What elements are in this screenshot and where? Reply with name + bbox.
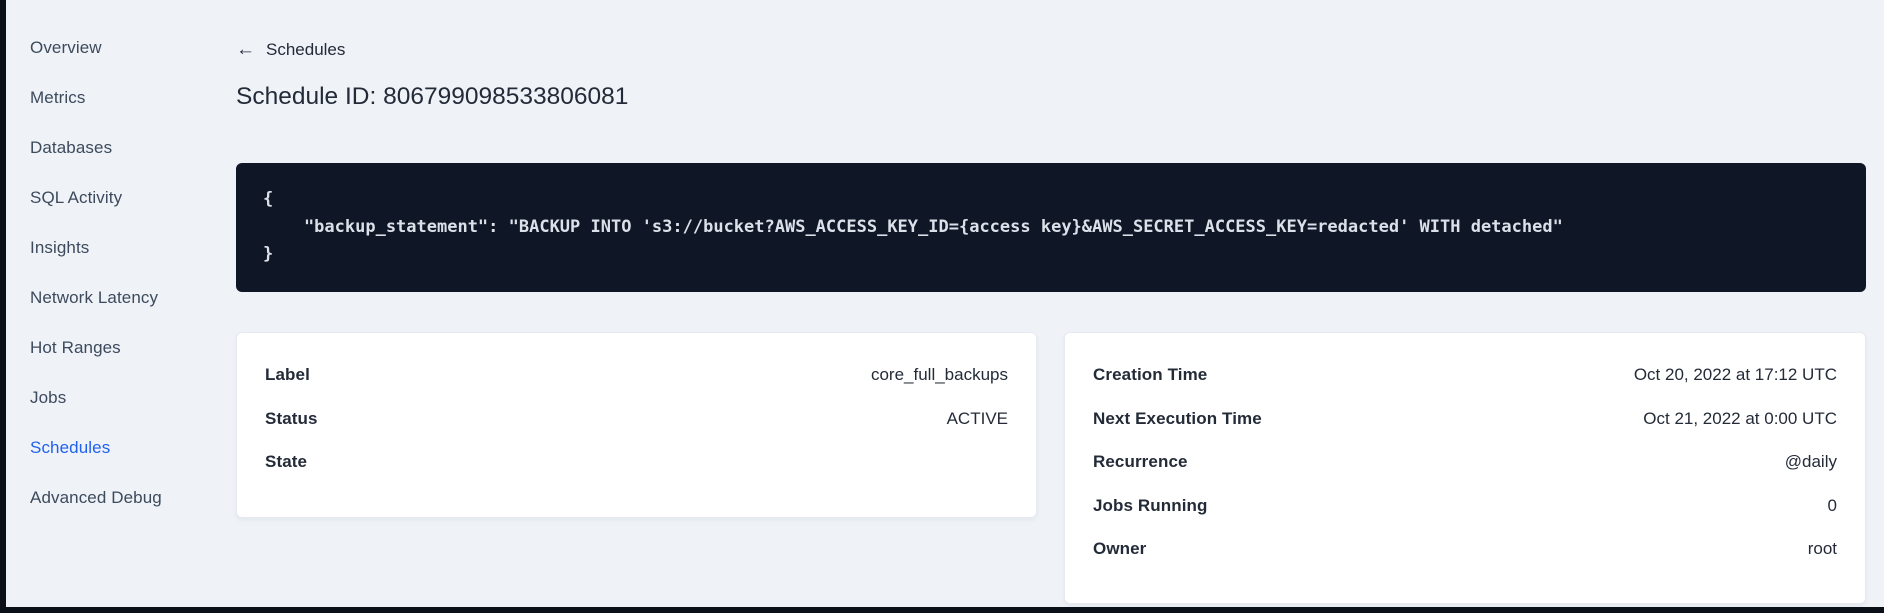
row-value: 0 <box>1827 495 1837 515</box>
summary-row-recurrence: Recurrence @daily <box>1093 441 1837 485</box>
row-value: ACTIVE <box>946 408 1008 428</box>
sidebar-item-jobs[interactable]: Jobs <box>30 373 215 423</box>
code-line: "backup_statement": "BACKUP INTO 's3://b… <box>263 216 1563 237</box>
sidebar-item-label: Advanced Debug <box>30 488 162 507</box>
schedule-definition-code: { "backup_statement": "BACKUP INTO 's3:/… <box>236 163 1866 292</box>
sidebar-item-label: Metrics <box>30 88 86 107</box>
sidebar-item-hot-ranges[interactable]: Hot Ranges <box>30 323 215 373</box>
schedule-detail-page: ← Schedules Schedule ID: 806799098533806… <box>236 0 1866 604</box>
row-label: Recurrence <box>1093 452 1188 472</box>
sidebar-item-advanced-debug[interactable]: Advanced Debug <box>30 473 215 523</box>
sidebar-item-sql-activity[interactable]: SQL Activity <box>30 173 215 223</box>
row-value: root <box>1807 539 1837 559</box>
summary-row-label: Label core_full_backups <box>265 354 1008 398</box>
sidebar-item-label: Schedules <box>30 438 111 457</box>
row-label: Status <box>265 408 318 428</box>
row-value: Oct 20, 2022 at 17:12 UTC <box>1633 365 1837 385</box>
sidebar-item-overview[interactable]: Overview <box>30 23 215 73</box>
sidebar-item-network-latency[interactable]: Network Latency <box>30 273 215 323</box>
db-console-app: Overview Metrics Databases SQL Activity Insi… <box>6 0 1884 607</box>
sidebar-item-label: Databases <box>30 138 113 157</box>
sidebar-item-label: Network Latency <box>30 288 159 307</box>
back-link[interactable]: ← Schedules <box>236 40 345 60</box>
summary-row-next-execution-time: Next Execution Time Oct 21, 2022 at 0:00 … <box>1093 397 1837 441</box>
summary-row-status: Status ACTIVE <box>265 397 1008 441</box>
row-label: State <box>265 452 308 472</box>
back-link-label: Schedules <box>266 40 346 59</box>
row-label: Next Execution Time <box>1093 408 1262 428</box>
code-line: { <box>263 189 274 209</box>
row-value: @daily <box>1784 452 1837 472</box>
code-line: } <box>263 244 274 264</box>
summary-row-owner: Owner root <box>1093 528 1837 572</box>
sidebar-item-schedules[interactable]: Schedules <box>30 423 215 473</box>
row-label: Creation Time <box>1093 365 1208 385</box>
execution-details-card: Creation Time Oct 20, 2022 at 17:12 UTC Ne… <box>1064 331 1866 604</box>
sidebar-item-label: SQL Activity <box>30 188 123 207</box>
summary-cards: Label core_full_backups Status ACTIVE State … <box>236 331 1866 604</box>
schedule-details-card: Label core_full_backups Status ACTIVE State <box>236 331 1037 518</box>
sidebar-item-label: Hot Ranges <box>30 338 121 357</box>
back-arrow-icon: ← <box>236 39 255 60</box>
row-label: Label <box>265 365 310 385</box>
row-value: Oct 21, 2022 at 0:00 UTC <box>1643 408 1837 428</box>
sidebar-item-insights[interactable]: Insights <box>30 223 215 273</box>
sidebar-item-databases[interactable]: Databases <box>30 123 215 173</box>
sidebar-item-label: Overview <box>30 38 102 57</box>
summary-row-state: State <box>265 441 1008 485</box>
sidebar-item-metrics[interactable]: Metrics <box>30 73 215 123</box>
summary-row-jobs-running: Jobs Running 0 <box>1093 484 1837 528</box>
row-value: core_full_backups <box>870 365 1008 385</box>
page-title: Schedule ID: 806799098533806081 <box>236 83 629 110</box>
sidebar-item-label: Jobs <box>30 388 67 407</box>
row-label: Jobs Running <box>1093 495 1208 515</box>
summary-row-creation-time: Creation Time Oct 20, 2022 at 17:12 UTC <box>1093 354 1837 398</box>
sidebar: Overview Metrics Databases SQL Activity Insi… <box>30 23 215 523</box>
row-label: Owner <box>1093 539 1147 559</box>
sidebar-item-label: Insights <box>30 238 90 257</box>
